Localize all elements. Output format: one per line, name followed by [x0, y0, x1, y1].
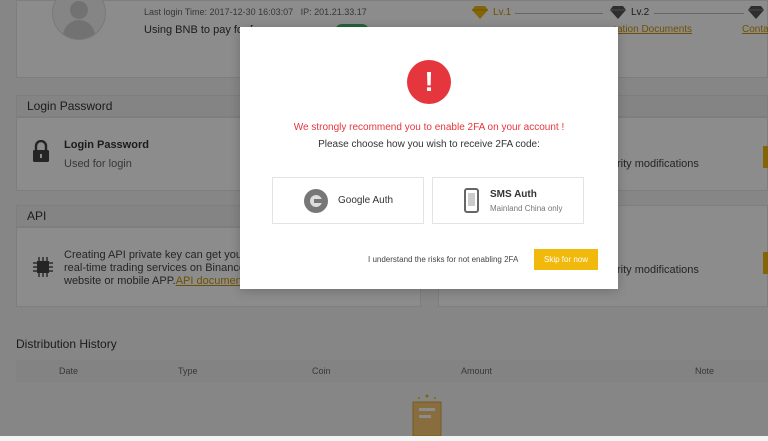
google-auth-option[interactable]: Google Auth	[272, 177, 424, 224]
sms-auth-label: SMS Auth	[490, 189, 537, 200]
sms-auth-option[interactable]: SMS Auth Mainland China only	[432, 177, 584, 224]
phone-icon	[464, 188, 479, 213]
skip-for-now-button[interactable]: Skip for now	[534, 249, 598, 270]
google-auth-icon	[304, 189, 328, 213]
risk-acknowledgement-text: I understand the risks for not enabling …	[368, 255, 519, 264]
enable-2fa-modal: ! We strongly recommend you to enable 2F…	[240, 27, 618, 289]
2fa-instruction-text: Please choose how you wish to receive 2F…	[318, 139, 540, 150]
google-auth-label: Google Auth	[338, 195, 394, 206]
sms-auth-sublabel: Mainland China only	[490, 204, 563, 213]
warning-icon: !	[407, 60, 451, 104]
2fa-warning-text: We strongly recommend you to enable 2FA …	[293, 122, 565, 133]
